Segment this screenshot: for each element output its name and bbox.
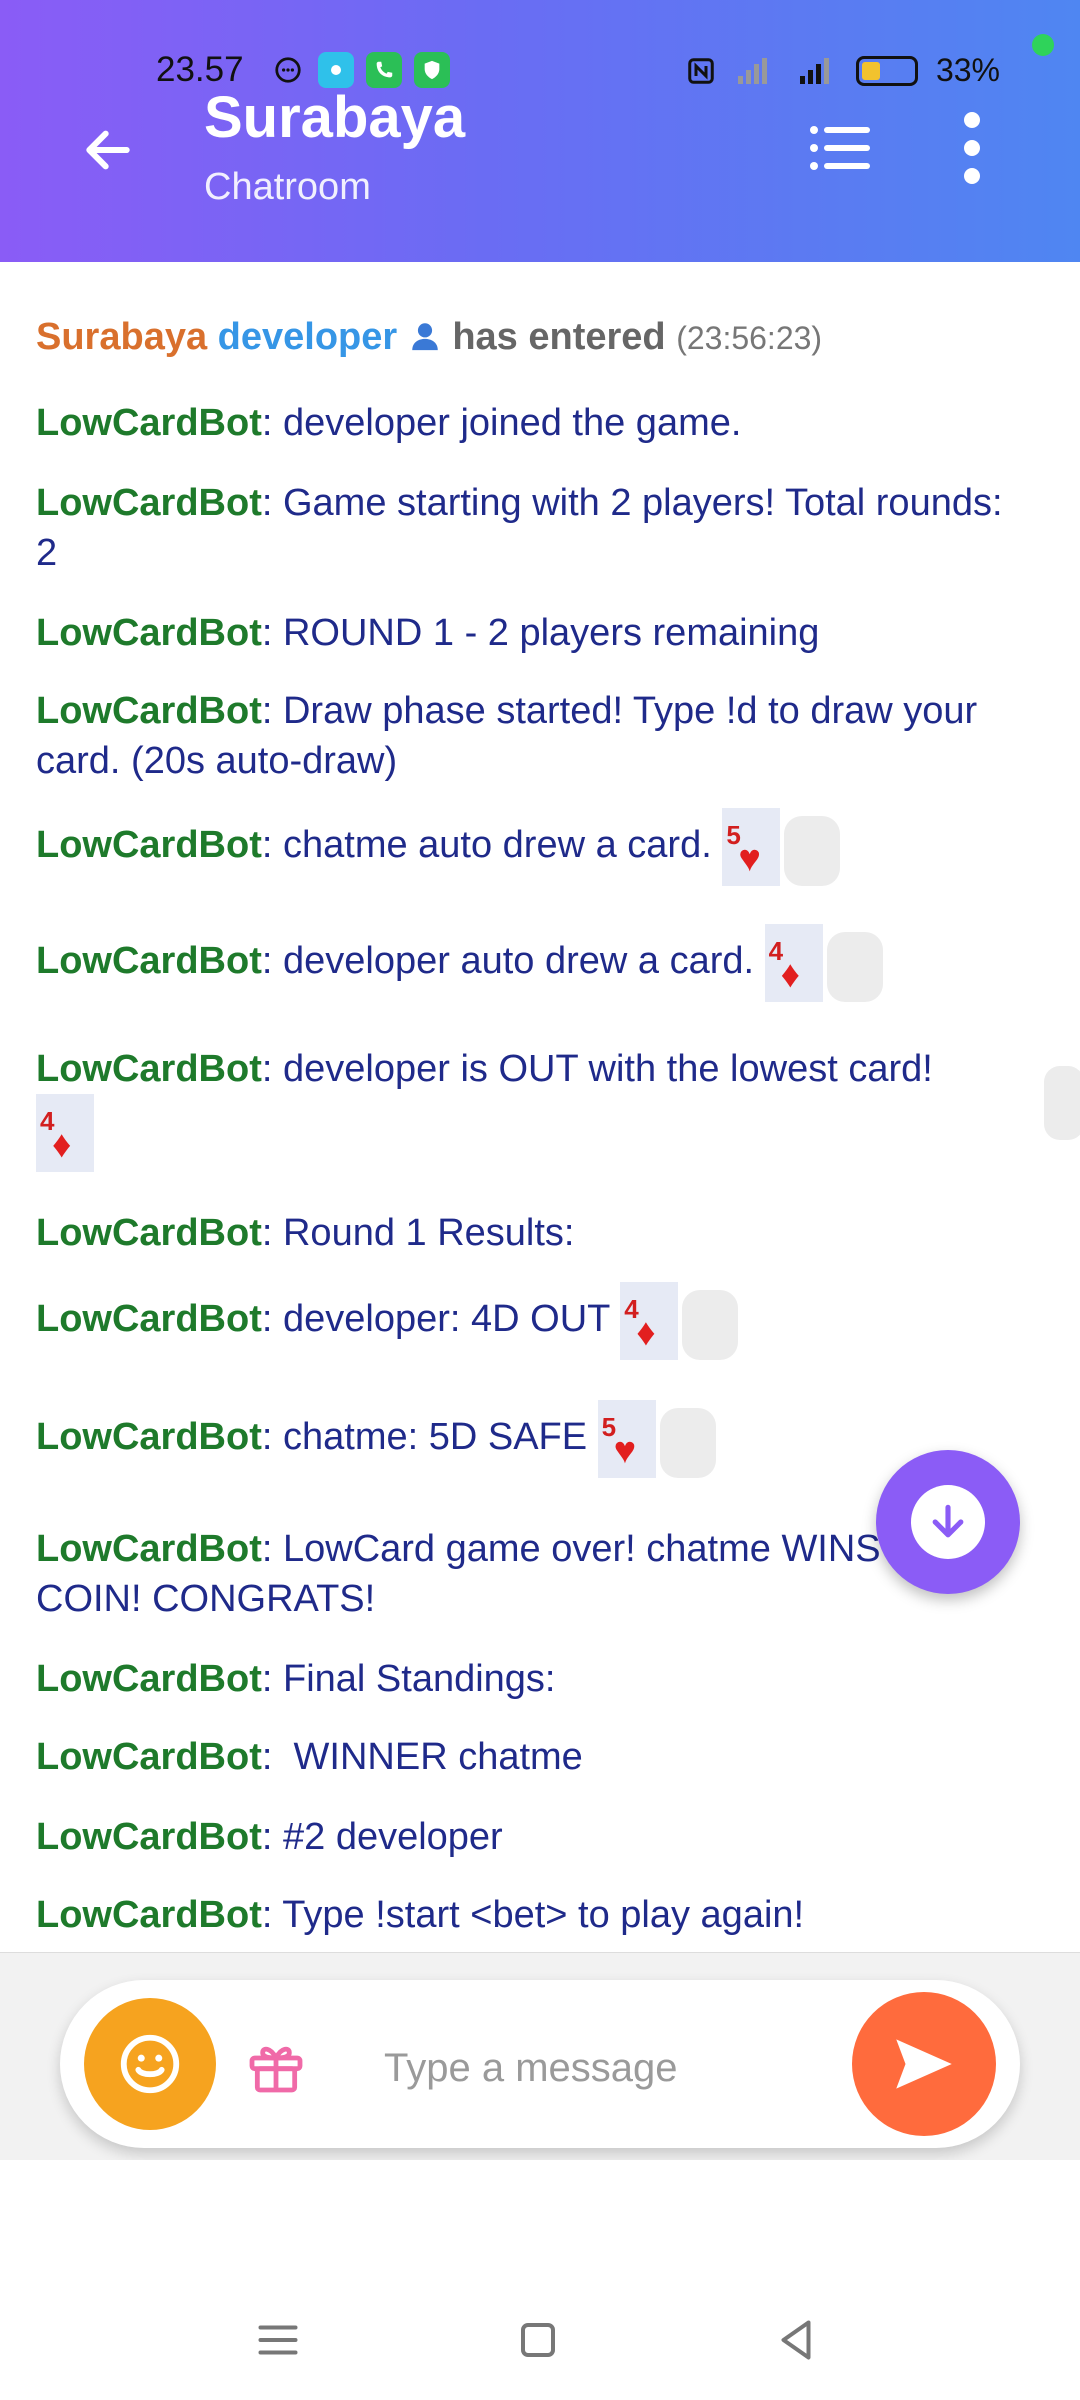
card-5-hearts: 5 ♥ <box>722 808 781 886</box>
list-item: LowCardBot: #2 developer <box>36 1812 1026 1862</box>
message-text: : WINNER chatme <box>261 1736 583 1778</box>
privacy-indicator-dot <box>1032 34 1054 56</box>
menu-icon <box>258 2325 298 2355</box>
entered-message: Surabaya developer has entered (23:56:23… <box>36 312 1026 363</box>
header-bar: 23.57 33% Surabaya Chatroom <box>0 0 1080 262</box>
bot-name: LowCardBot <box>36 1048 262 1090</box>
phone-notification-icon <box>366 52 402 88</box>
notification-icons <box>270 52 450 88</box>
arrow-down-icon <box>932 1504 964 1538</box>
status-bar: 23.57 33% <box>0 40 1080 100</box>
list-item: LowCardBot: chatme: 5D SAFE 5 ♥ <box>36 1400 1026 1478</box>
arrow-left-icon <box>86 130 130 170</box>
bot-name: LowCardBot <box>36 1298 262 1341</box>
bot-name: LowCardBot <box>36 1528 262 1570</box>
entered-text: has entered <box>452 316 666 358</box>
card-5-hearts: 5 ♥ <box>597 1400 656 1478</box>
list-item: LowCardBot: WINNER chatme <box>36 1732 1026 1782</box>
list-item: LowCardBot: chatme auto drew a card. 5 ♥ <box>36 808 1026 886</box>
message-text: : chatme auto drew a card. <box>261 824 712 867</box>
send-icon <box>896 2039 952 2089</box>
app-notification-icon <box>318 52 354 88</box>
bot-name: LowCardBot <box>36 1736 262 1778</box>
bot-name: LowCardBot <box>36 1894 262 1936</box>
more-dot <box>964 140 980 156</box>
bot-name: LowCardBot <box>36 824 262 867</box>
message-text: : Round 1 Results: <box>261 1212 575 1254</box>
shield-notification-icon <box>414 52 450 88</box>
list-item: LowCardBot: Final Standings: <box>36 1654 1026 1704</box>
username: developer <box>217 316 398 358</box>
bot-name: LowCardBot <box>36 1816 262 1858</box>
card-4-diamonds: 4 ♦ <box>36 1094 94 1172</box>
bot-name: LowCardBot <box>36 482 262 524</box>
gift-button[interactable] <box>244 2034 308 2098</box>
list-item: LowCardBot: developer: 4D OUT 4 ♦ <box>36 1282 1026 1360</box>
more-dot <box>964 168 980 184</box>
emoji-button[interactable] <box>84 1998 216 2130</box>
more-dot <box>964 112 980 128</box>
back-nav-button[interactable] <box>766 2310 826 2370</box>
home-button[interactable] <box>508 2310 568 2370</box>
reaction-bubble <box>659 1408 716 1478</box>
system-status-icons: 33% <box>686 52 1000 89</box>
message-text: : ROUND 1 - 2 players remaining <box>261 612 820 654</box>
timestamp: (23:56:23) <box>676 320 823 356</box>
message-text: : developer joined the game. <box>261 402 742 444</box>
more-options-button[interactable] <box>950 112 994 184</box>
bot-name: LowCardBot <box>36 1658 262 1700</box>
scroll-inner <box>911 1485 985 1559</box>
list-item: LowCardBot: Type !start <bet> to play ag… <box>36 1890 1026 1940</box>
chat-messages[interactable]: Surabaya developer has entered (23:56:23… <box>0 262 1080 1952</box>
message-text: : #2 developer <box>261 1816 503 1858</box>
reaction-bubble <box>784 816 841 886</box>
back-button[interactable] <box>72 114 144 186</box>
list-item: LowCardBot: developer joined the game. <box>36 398 1026 448</box>
page-subtitle: Chatroom <box>204 166 371 208</box>
signal-1-icon <box>737 57 767 84</box>
list-item: LowCardBot: Draw phase started! Type !d … <box>36 686 1026 786</box>
card-4-diamonds: 4 ♦ <box>620 1282 679 1360</box>
room-name: Surabaya <box>36 316 208 358</box>
triangle-back-icon <box>781 2320 811 2360</box>
bot-name: LowCardBot <box>36 940 262 983</box>
message-text: : Type !start <bet> to play again! <box>261 1894 805 1936</box>
scroll-to-bottom-button[interactable] <box>876 1450 1020 1594</box>
reaction-bubble <box>682 1290 739 1360</box>
message-text: : developer: 4D OUT <box>261 1298 610 1341</box>
list-icon <box>810 126 870 170</box>
bot-name: LowCardBot <box>36 1416 262 1459</box>
list-item: LowCardBot: developer auto drew a card. … <box>36 924 1026 1002</box>
card-4-diamonds: 4 ♦ <box>764 924 823 1002</box>
message-text: : developer auto drew a card. <box>261 940 755 983</box>
reaction-bubble <box>826 932 883 1002</box>
recent-apps-button[interactable] <box>248 2310 308 2370</box>
message-input[interactable] <box>382 2028 802 2108</box>
page-title: Surabaya <box>204 85 466 150</box>
reaction-bubble <box>1044 1066 1080 1140</box>
signal-4g-icon <box>799 57 829 84</box>
send-button[interactable] <box>852 1992 996 2136</box>
list-item: LowCardBot: developer is OUT with the lo… <box>36 1044 1026 1172</box>
bot-name: LowCardBot <box>36 612 262 654</box>
smiley-icon <box>120 2034 180 2094</box>
nfc-icon <box>688 57 714 84</box>
list-item: LowCardBot: Game starting with 2 players… <box>36 478 1026 578</box>
bot-name: LowCardBot <box>36 402 262 444</box>
bot-name: LowCardBot <box>36 690 262 732</box>
gift-icon <box>249 2046 303 2093</box>
battery-percent: 33% <box>935 52 1000 88</box>
square-icon <box>521 2323 555 2357</box>
participants-list-button[interactable] <box>806 118 878 178</box>
bot-name: LowCardBot <box>36 1212 262 1254</box>
chat-notification-icon <box>270 52 306 88</box>
list-item: LowCardBot: ROUND 1 - 2 players remainin… <box>36 608 1026 658</box>
message-text: : chatme: 5D SAFE <box>261 1416 588 1459</box>
battery-icon <box>855 55 918 86</box>
user-icon <box>412 323 438 351</box>
message-text: : Final Standings: <box>261 1658 556 1700</box>
list-item: LowCardBot: Round 1 Results: <box>36 1208 1026 1258</box>
message-text: : developer is OUT with the lowest card! <box>261 1048 933 1090</box>
